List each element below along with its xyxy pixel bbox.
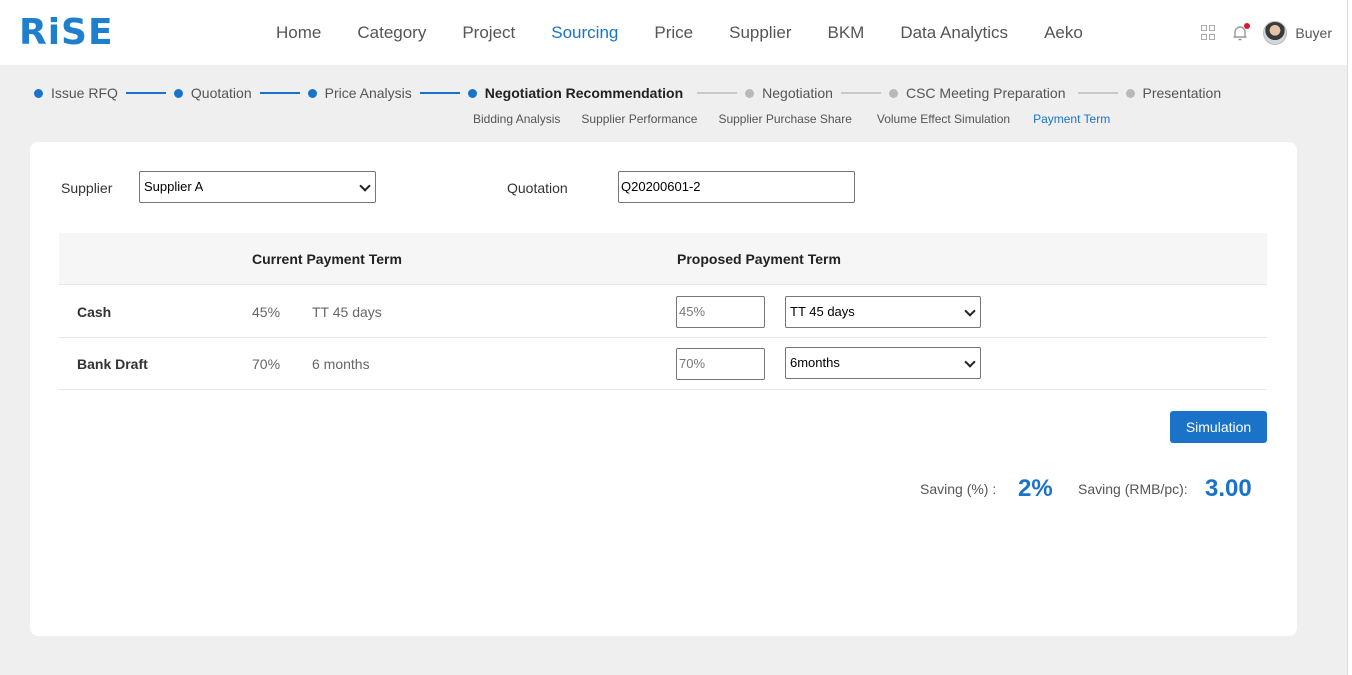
nav-data-analytics[interactable]: Data Analytics xyxy=(900,23,1008,43)
saving-rmb-label: Saving (RMB/pc): xyxy=(1078,481,1188,497)
current-term: 6 months xyxy=(312,356,370,372)
table-row: Bank Draft 70% 6 months 70% 6months xyxy=(59,338,1267,390)
step-connector xyxy=(1077,92,1118,94)
nav-sourcing[interactable]: Sourcing xyxy=(551,23,618,43)
step-pending-dot-icon xyxy=(1125,88,1135,98)
saving-percent-label: Saving (%) : xyxy=(920,481,997,497)
step-pending-dot-icon xyxy=(888,88,898,98)
nav-bkm[interactable]: BKM xyxy=(827,23,864,43)
step-presentation[interactable]: Presentation xyxy=(1125,85,1221,101)
proposed-term-select[interactable]: TT 45 days xyxy=(785,296,981,328)
step-done-dot-icon xyxy=(34,88,43,98)
user-tools: Buyer xyxy=(1201,0,1332,65)
step-connector xyxy=(125,92,166,94)
step-current-dot-icon xyxy=(467,88,477,98)
step-done-dot-icon xyxy=(307,88,317,98)
nav-project[interactable]: Project xyxy=(462,23,515,43)
top-navigation-bar: RiSE Home Category Project Sourcing Pric… xyxy=(0,0,1352,65)
quotation-field[interactable]: Q20200601-2 xyxy=(618,171,855,203)
step-negotiation[interactable]: Negotiation xyxy=(745,85,833,101)
subtab-volume-effect-simulation[interactable]: Volume Effect Simulation xyxy=(877,112,1010,126)
scrollbar[interactable] xyxy=(1347,0,1352,675)
step-done-dot-icon xyxy=(173,88,183,98)
step-csc-meeting-preparation[interactable]: CSC Meeting Preparation xyxy=(888,85,1066,101)
current-percent: 45% xyxy=(252,304,281,320)
step-connector xyxy=(419,92,460,94)
apps-grid-icon[interactable] xyxy=(1201,24,1217,41)
supplier-label: Supplier xyxy=(61,180,113,196)
step-connector xyxy=(259,92,300,94)
saving-percent-value: 2% xyxy=(1018,475,1053,502)
notification-dot xyxy=(1244,22,1251,29)
subtab-supplier-purchase-share[interactable]: Supplier Purchase Share xyxy=(718,112,851,126)
subtab-bidding-analysis[interactable]: Bidding Analysis xyxy=(473,112,560,126)
supplier-select[interactable]: Supplier A xyxy=(139,171,376,203)
quotation-label: Quotation xyxy=(507,180,568,196)
notification-bell-icon[interactable] xyxy=(1231,22,1251,42)
chevron-down-icon xyxy=(964,305,976,317)
current-term: TT 45 days xyxy=(312,304,382,320)
table-header: Current Payment Term Proposed Payment Te… xyxy=(59,233,1267,285)
nav-category[interactable]: Category xyxy=(357,23,426,43)
negotiation-subtabs: Bidding Analysis Supplier Performance Su… xyxy=(473,112,1131,126)
step-negotiation-recommendation[interactable]: Negotiation Recommendation xyxy=(467,85,683,101)
header-current-payment-term: Current Payment Term xyxy=(252,251,402,267)
step-price-analysis[interactable]: Price Analysis xyxy=(307,85,412,101)
header-proposed-payment-term: Proposed Payment Term xyxy=(677,251,841,267)
step-connector xyxy=(697,92,738,94)
user-avatar[interactable] xyxy=(1263,20,1288,45)
nav-supplier[interactable]: Supplier xyxy=(729,23,791,43)
step-pending-dot-icon xyxy=(745,88,755,98)
proposed-percent-input[interactable]: 45% xyxy=(676,296,765,328)
saving-rmb-value: 3.00 xyxy=(1205,475,1252,502)
step-issue-rfq[interactable]: Issue RFQ xyxy=(34,85,118,101)
simulation-button[interactable]: Simulation xyxy=(1170,411,1267,443)
proposed-term-select[interactable]: 6months xyxy=(785,347,981,379)
rise-logo[interactable]: RiSE xyxy=(19,13,114,53)
chevron-down-icon xyxy=(359,180,371,192)
row-name: Bank Draft xyxy=(77,356,148,372)
user-role-label[interactable]: Buyer xyxy=(1295,25,1332,41)
nav-aeko[interactable]: Aeko xyxy=(1044,23,1083,43)
chevron-down-icon xyxy=(964,356,976,368)
step-quotation[interactable]: Quotation xyxy=(173,85,252,101)
payment-term-panel: Supplier Supplier A Quotation Q20200601-… xyxy=(30,142,1297,636)
main-nav: Home Category Project Sourcing Price Sup… xyxy=(258,0,1101,65)
subtab-supplier-performance[interactable]: Supplier Performance xyxy=(581,112,697,126)
proposed-percent-input[interactable]: 70% xyxy=(676,348,765,380)
current-percent: 70% xyxy=(252,356,281,372)
row-name: Cash xyxy=(77,304,112,320)
nav-home[interactable]: Home xyxy=(276,23,321,43)
subtab-payment-term[interactable]: Payment Term xyxy=(1033,112,1110,126)
step-connector xyxy=(840,92,881,94)
table-row: Cash 45% TT 45 days 45% TT 45 days xyxy=(59,286,1267,338)
nav-price[interactable]: Price xyxy=(654,23,693,43)
process-steps: Issue RFQ Quotation Price Analysis Negot… xyxy=(34,83,1221,103)
